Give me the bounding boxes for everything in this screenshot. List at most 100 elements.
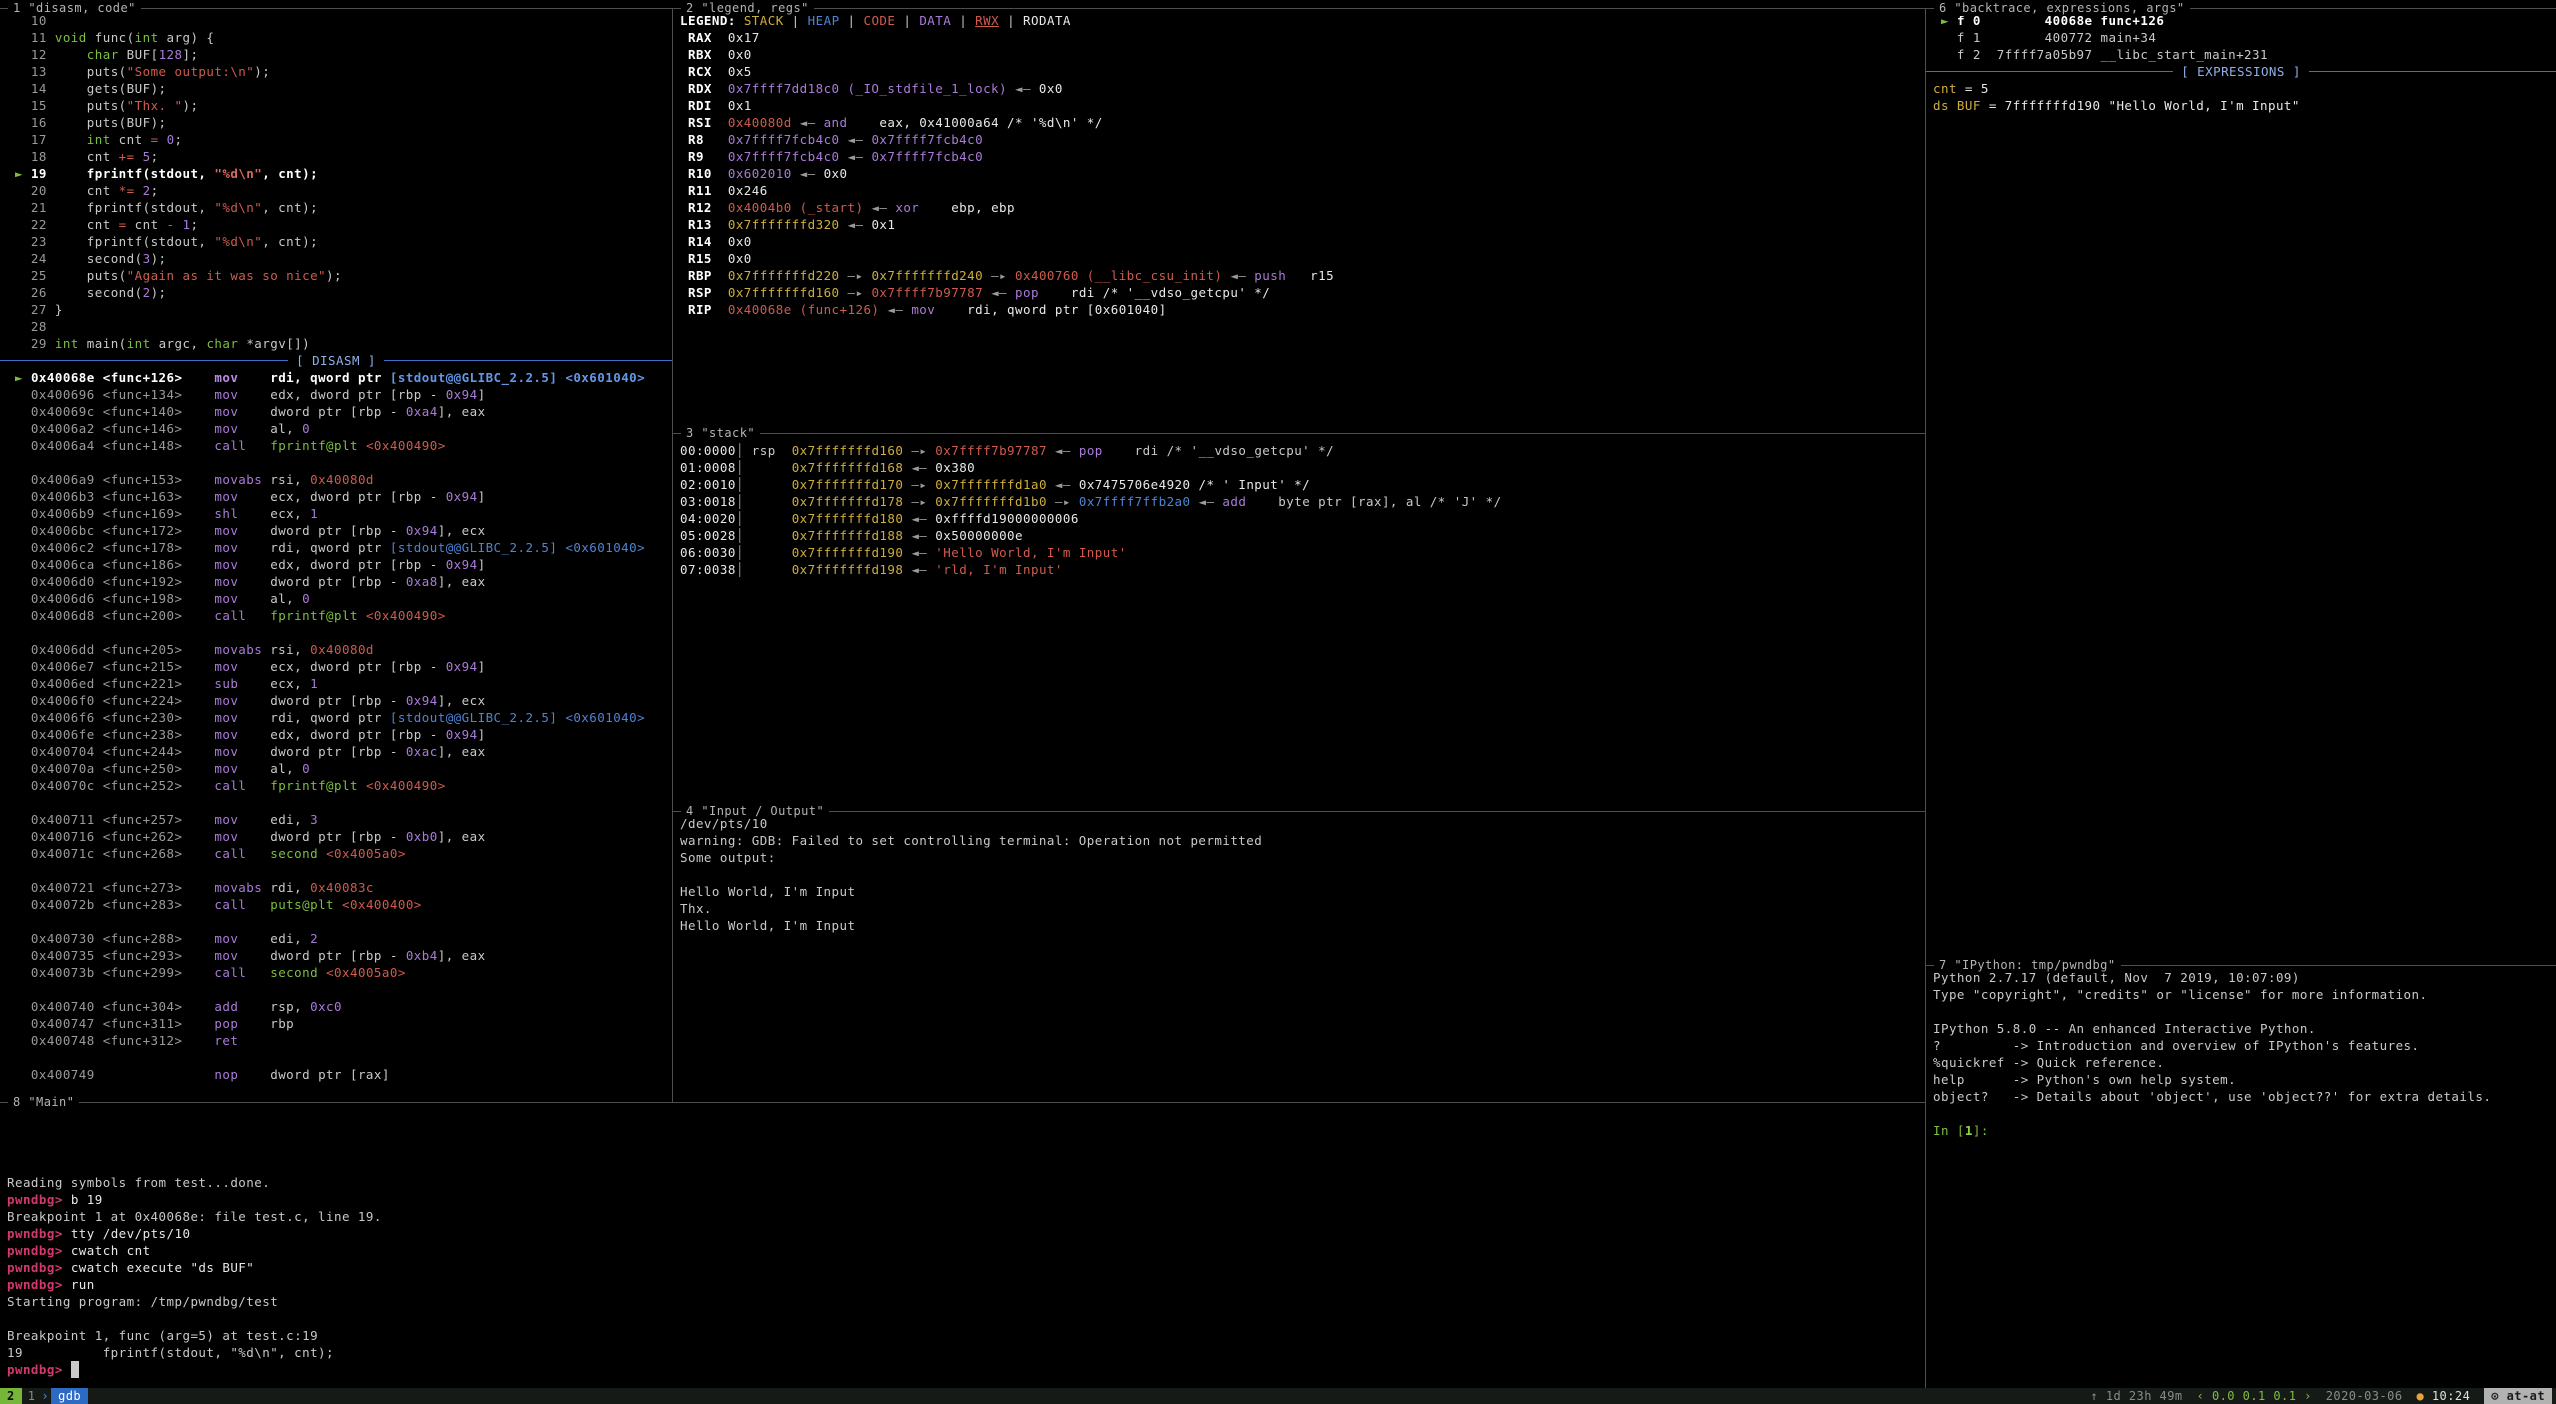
terminal-line: pwndbg> run <box>7 1276 1925 1293</box>
terminal-line <box>7 1123 1925 1140</box>
terminal-line: 0x400730 <func+288> mov edi, 2 <box>7 930 672 947</box>
pane-main[interactable]: Reading symbols from test...done.pwndbg>… <box>0 1103 1925 1391</box>
load-values: 0.0 0.1 0.1 <box>2212 1389 2296 1403</box>
terminal-line: RBX 0x0 <box>680 46 1925 63</box>
pane-border-main[interactable] <box>0 1102 1925 1103</box>
uptime-arrow-icon: ↑ <box>2090 1389 2098 1403</box>
ipython-output: Python 2.7.17 (default, Nov 7 2019, 10:0… <box>1933 969 2556 1139</box>
terminal-line: 0x400749 nop dword ptr [rax] <box>7 1066 672 1083</box>
terminal-line: 0x4006ca <func+186> mov edx, dword ptr [… <box>7 556 672 573</box>
terminal-line: 0x400711 <func+257> mov edi, 3 <box>7 811 672 828</box>
terminal-line: 19 fprintf(stdout, "%d\n", cnt); <box>7 1344 1925 1361</box>
terminal-line: Type "copyright", "credits" or "license"… <box>1933 986 2556 1003</box>
pane-title-disasm-code: 1 "disasm, code" <box>8 0 141 16</box>
angle-open-icon: ‹ <box>2197 1389 2205 1403</box>
terminal-line: 29 int main(int argc, char *argv[]) <box>7 335 672 352</box>
banner-line <box>1926 71 2173 72</box>
terminal-line: 0x400735 <func+293> mov dword ptr [rbp -… <box>7 947 672 964</box>
backtrace-section: ► f 0 40068e func+126 f 1 400772 main+34… <box>1933 12 2556 63</box>
terminal-line: R14 0x0 <box>680 233 1925 250</box>
terminal-line: R13 0x7fffffffd320 ◄— 0x1 <box>680 216 1925 233</box>
terminal-line: Some output: <box>680 849 1925 866</box>
pane-ipython[interactable]: Python 2.7.17 (default, Nov 7 2019, 10:0… <box>1926 966 2556 1391</box>
registers-section: LEGEND: STACK | HEAP | CODE | DATA | RWX… <box>680 12 1925 318</box>
terminal-line: 07:0038│ 0x7fffffffd198 ◄— 'rld, I'm Inp… <box>680 561 1925 578</box>
terminal-line: R15 0x0 <box>680 250 1925 267</box>
terminal-line: 0x40071c <func+268> call second <0x4005a… <box>7 845 672 862</box>
expressions-section: cnt = 5ds BUF = 7fffffffd190 "Hello Worl… <box>1933 80 2556 114</box>
banner-line <box>0 360 288 361</box>
pane-title-main: 8 "Main" <box>8 1094 79 1110</box>
terminal-line: warning: GDB: Failed to set controlling … <box>680 832 1925 849</box>
pane-border-io[interactable] <box>673 811 1925 812</box>
terminal-line: 0x40070c <func+252> call fprintf@plt <0x… <box>7 777 672 794</box>
terminal-line: In [1]: <box>1933 1122 2556 1139</box>
time-text: 10:24 <box>2432 1389 2470 1403</box>
terminal-line <box>7 862 672 879</box>
window-name-badge[interactable]: gdb <box>51 1388 88 1404</box>
terminal-line: ► 19 fprintf(stdout, "%d\n", cnt); <box>7 165 672 182</box>
terminal-line: Hello World, I'm Input <box>680 917 1925 934</box>
terminal-line: 14 gets(BUF); <box>7 80 672 97</box>
terminal-line: 06:0030│ 0x7fffffffd190 ◄— 'Hello World,… <box>680 544 1925 561</box>
terminal-line: 0x4006bc <func+172> mov dword ptr [rbp -… <box>7 522 672 539</box>
uptime-text: 1d 23h 49m <box>2106 1389 2183 1403</box>
pane-divider-right[interactable] <box>1925 8 1926 1388</box>
terminal-line <box>7 1310 1925 1327</box>
date-text: 2020-03-06 <box>2326 1388 2403 1404</box>
terminal-line: 03:0018│ 0x7fffffffd178 —▸ 0x7fffffffd1b… <box>680 493 1925 510</box>
terminal-line: 15 puts("Thx. "); <box>7 97 672 114</box>
terminal-line: 21 fprintf(stdout, "%d\n", cnt); <box>7 199 672 216</box>
terminal-line: 0x400721 <func+273> movabs rdi, 0x40083c <box>7 879 672 896</box>
pane-border-stack[interactable] <box>673 433 1925 434</box>
pane-legend-regs[interactable]: LEGEND: STACK | HEAP | CODE | DATA | RWX… <box>673 9 1925 436</box>
terminal-line: pwndbg> cwatch execute "ds BUF" <box>7 1259 1925 1276</box>
terminal-line: /dev/pts/10 <box>680 815 1925 832</box>
terminal-line <box>7 1157 1925 1174</box>
terminal-line: 0x4006f6 <func+230> mov rdi, qword ptr [… <box>7 709 672 726</box>
terminal-line: 0x400748 <func+312> ret <box>7 1032 672 1049</box>
pane-disasm-code[interactable]: 10 11 void func(int arg) { 12 char BUF[1… <box>0 9 672 1105</box>
pane-title-backtrace: 6 "backtrace, expressions, args" <box>1934 0 2190 16</box>
terminal-line: 0x4006d0 <func+192> mov dword ptr [rbp -… <box>7 573 672 590</box>
terminal-line: 25 puts("Again as it was so nice"); <box>7 267 672 284</box>
source-code-section: 10 11 void func(int arg) { 12 char BUF[1… <box>7 12 672 352</box>
terminal-line: help -> Python's own help system. <box>1933 1071 2556 1088</box>
banner-label: [ DISASM ] <box>288 352 384 369</box>
pane-backtrace[interactable]: ► f 0 40068e func+126 f 1 400772 main+34… <box>1926 9 2556 968</box>
terminal-line: ► 0x40068e <func+126> mov rdi, qword ptr… <box>7 369 672 386</box>
terminal-line: RSI 0x40080d ◄— and eax, 0x41000a64 /* '… <box>680 114 1925 131</box>
session-badge[interactable]: 2 <box>0 1388 22 1404</box>
disasm-banner: [ DISASM ] <box>0 352 672 369</box>
terminal-line <box>7 913 672 930</box>
terminal-line: Reading symbols from test...done. <box>7 1174 1925 1191</box>
terminal-line: RDX 0x7ffff7dd18c0 (_IO_stdfile_1_lock) … <box>680 80 1925 97</box>
expressions-banner: [ EXPRESSIONS ] <box>1926 63 2556 80</box>
stack-section: 00:0000│ rsp 0x7fffffffd160 —▸ 0x7ffff7b… <box>680 442 1925 578</box>
gdb-console: Reading symbols from test...done.pwndbg>… <box>7 1106 1925 1378</box>
pane-io[interactable]: /dev/pts/10warning: GDB: Failed to set c… <box>673 812 1925 1105</box>
terminal-line: f 2 7ffff7a05b97 __libc_start_main+231 <box>1933 46 2556 63</box>
pane-divider-left[interactable] <box>672 8 673 1102</box>
terminal-line: pwndbg> cwatch cnt <box>7 1242 1925 1259</box>
window-index[interactable]: 1 <box>22 1388 42 1404</box>
terminal-line: 20 cnt *= 2; <box>7 182 672 199</box>
terminal-line: 0x4006e7 <func+215> mov ecx, dword ptr [… <box>7 658 672 675</box>
clock-icon: ● <box>2417 1389 2425 1403</box>
terminal-line: 0x400696 <func+134> mov edx, dword ptr [… <box>7 386 672 403</box>
pane-stack[interactable]: 00:0000│ rsp 0x7fffffffd160 —▸ 0x7ffff7b… <box>673 434 1925 819</box>
angle-close-icon: › <box>2304 1389 2312 1403</box>
banner-line <box>2309 71 2556 72</box>
terminal-line: 0x4006a4 <func+148> call fprintf@plt <0x… <box>7 437 672 454</box>
terminal-line: pwndbg> <box>7 1361 1925 1378</box>
terminal-line <box>7 624 672 641</box>
terminal-line: 17 int cnt = 0; <box>7 131 672 148</box>
terminal-line: Starting program: /tmp/pwndbg/test <box>7 1293 1925 1310</box>
terminal-line: RIP 0x40068e (func+126) ◄— mov rdi, qwor… <box>680 301 1925 318</box>
terminal-line: 0x4006b3 <func+163> mov ecx, dword ptr [… <box>7 488 672 505</box>
host-text: at-at <box>2507 1389 2545 1403</box>
terminal-line: R12 0x4004b0 (_start) ◄— xor ebp, ebp <box>680 199 1925 216</box>
time-group: ● 10:24 <box>2417 1388 2471 1404</box>
banner-label: [ EXPRESSIONS ] <box>2173 63 2309 80</box>
terminal-line: pwndbg> b 19 <box>7 1191 1925 1208</box>
